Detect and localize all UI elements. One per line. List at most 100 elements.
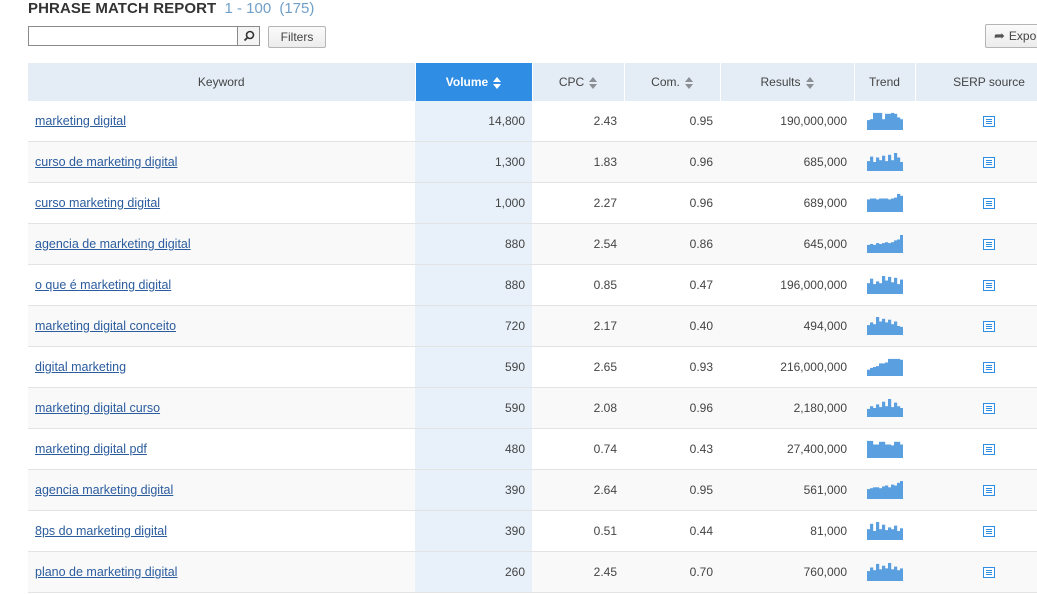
trend-bar xyxy=(872,570,876,581)
keyword-link[interactable]: marketing digital conceito xyxy=(35,319,176,333)
keyword-link[interactable]: o que é marketing digital xyxy=(35,278,171,292)
trend-bar xyxy=(881,401,885,417)
col-header-volume[interactable]: Volume xyxy=(415,63,533,101)
trend-bar xyxy=(866,161,870,171)
trend-bar xyxy=(878,160,882,171)
table-row: digital marketing 590 2.65 0.93 216,000,000 xyxy=(28,346,1037,388)
keyword-link[interactable]: curso marketing digital xyxy=(35,196,160,210)
serp-cell xyxy=(915,428,1037,470)
trend-bar xyxy=(890,324,894,335)
serp-list-icon[interactable] xyxy=(983,239,995,251)
report-range: 1 - 100 xyxy=(224,0,272,17)
table-row: marketing digital curso 590 2.08 0.96 2,180,… xyxy=(28,387,1037,429)
serp-list-icon[interactable] xyxy=(983,321,995,333)
results-cell: 196,000,000 xyxy=(720,264,854,306)
trend-sparkline xyxy=(866,522,903,540)
volume-cell: 590 xyxy=(415,346,532,388)
serp-cell xyxy=(915,182,1037,224)
trend-bar xyxy=(869,119,873,130)
serp-cell xyxy=(915,346,1037,388)
table-row: plano de marketing digital 260 2.45 0.70 760… xyxy=(28,551,1037,593)
serp-list-icon[interactable] xyxy=(983,157,995,169)
col-header-results[interactable]: Results xyxy=(720,63,855,101)
trend-bar xyxy=(887,444,891,458)
trend-bar xyxy=(890,529,894,540)
serp-list-icon[interactable] xyxy=(983,485,995,497)
trend-bar xyxy=(893,525,897,540)
keyword-link[interactable]: 8ps do marketing digital xyxy=(35,524,167,538)
cpc-cell: 2.65 xyxy=(532,346,624,388)
serp-list-icon[interactable] xyxy=(983,198,995,210)
sort-icon xyxy=(684,76,693,89)
competition-cell: 0.43 xyxy=(624,428,720,470)
results-cell: 689,000 xyxy=(720,182,854,224)
export-button[interactable]: ➦Export xyxy=(985,24,1037,48)
serp-list-icon[interactable] xyxy=(983,280,995,292)
serp-list-icon[interactable] xyxy=(983,403,995,415)
trend-cell xyxy=(854,551,915,593)
cpc-cell: 2.64 xyxy=(532,469,624,511)
keyword-link[interactable]: digital marketing xyxy=(35,360,126,374)
keyword-link[interactable]: marketing digital pdf xyxy=(35,442,147,456)
trend-bar xyxy=(872,444,876,458)
trend-bar xyxy=(878,244,882,253)
cpc-cell: 2.08 xyxy=(532,387,624,429)
trend-bar xyxy=(872,324,876,335)
trend-cell xyxy=(854,223,915,265)
keyword-link[interactable]: curso de marketing digital xyxy=(35,155,177,169)
volume-cell: 390 xyxy=(415,510,532,552)
serp-list-icon[interactable] xyxy=(983,526,995,538)
serp-list-icon[interactable] xyxy=(983,116,995,128)
keyword-link[interactable]: marketing digital curso xyxy=(35,401,160,415)
table-row: agencia de marketing digital 880 2.54 0.86 6… xyxy=(28,223,1037,265)
trend-bar xyxy=(884,322,888,335)
search-button[interactable] xyxy=(237,27,259,45)
col-header-serp: SERP source xyxy=(915,63,1037,101)
trend-bar xyxy=(875,444,879,458)
filters-button[interactable]: Filters xyxy=(268,26,326,48)
volume-cell: 720 xyxy=(415,305,532,347)
serp-cell xyxy=(915,223,1037,265)
sort-icon xyxy=(805,76,814,89)
trend-bar xyxy=(890,407,894,417)
trend-bar xyxy=(890,358,894,376)
share-arrow-icon: ➦ xyxy=(994,28,1005,43)
trend-bar xyxy=(884,242,888,253)
keyword-cell: marketing digital conceito xyxy=(28,305,415,347)
serp-list-icon[interactable] xyxy=(983,567,995,579)
keyword-link[interactable]: marketing digital xyxy=(35,114,126,128)
table-row: curso marketing digital 1,000 2.27 0.96 689,… xyxy=(28,182,1037,224)
trend-bar xyxy=(896,326,900,335)
trend-bar xyxy=(896,239,900,253)
trend-bar xyxy=(881,565,885,581)
trend-bar xyxy=(884,362,888,376)
trend-bar xyxy=(875,112,879,130)
serp-list-icon[interactable] xyxy=(983,444,995,456)
results-cell: 561,000 xyxy=(720,469,854,511)
trend-bar xyxy=(881,486,885,499)
trend-bar xyxy=(872,198,876,212)
keyword-link[interactable]: agencia marketing digital xyxy=(35,483,173,497)
trend-sparkline xyxy=(866,358,903,376)
trend-bar xyxy=(899,359,903,376)
report-title: PHRASE MATCH REPORT xyxy=(28,0,217,17)
results-cell: 494,000 xyxy=(720,305,854,347)
trend-bar xyxy=(887,154,891,171)
export-label: Export xyxy=(1008,29,1037,43)
serp-list-icon[interactable] xyxy=(983,362,995,374)
trend-cell xyxy=(854,510,915,552)
trend-bar xyxy=(869,488,873,499)
trend-cell xyxy=(854,264,915,306)
trend-bar xyxy=(890,160,894,171)
keyword-link[interactable]: plano de marketing digital xyxy=(35,565,177,579)
col-header-cpc[interactable]: CPC xyxy=(532,63,625,101)
keyword-link[interactable]: agencia de marketing digital xyxy=(35,237,191,251)
search-input[interactable] xyxy=(29,27,237,45)
col-header-com[interactable]: Com. xyxy=(624,63,721,101)
table-row: marketing digital 14,800 2.43 0.95 190,000,0… xyxy=(28,101,1037,142)
col-header-keyword[interactable]: Keyword xyxy=(28,63,416,101)
trend-bar xyxy=(887,487,891,499)
cpc-cell: 2.54 xyxy=(532,223,624,265)
trend-bar xyxy=(884,485,888,499)
trend-bar xyxy=(881,119,885,130)
